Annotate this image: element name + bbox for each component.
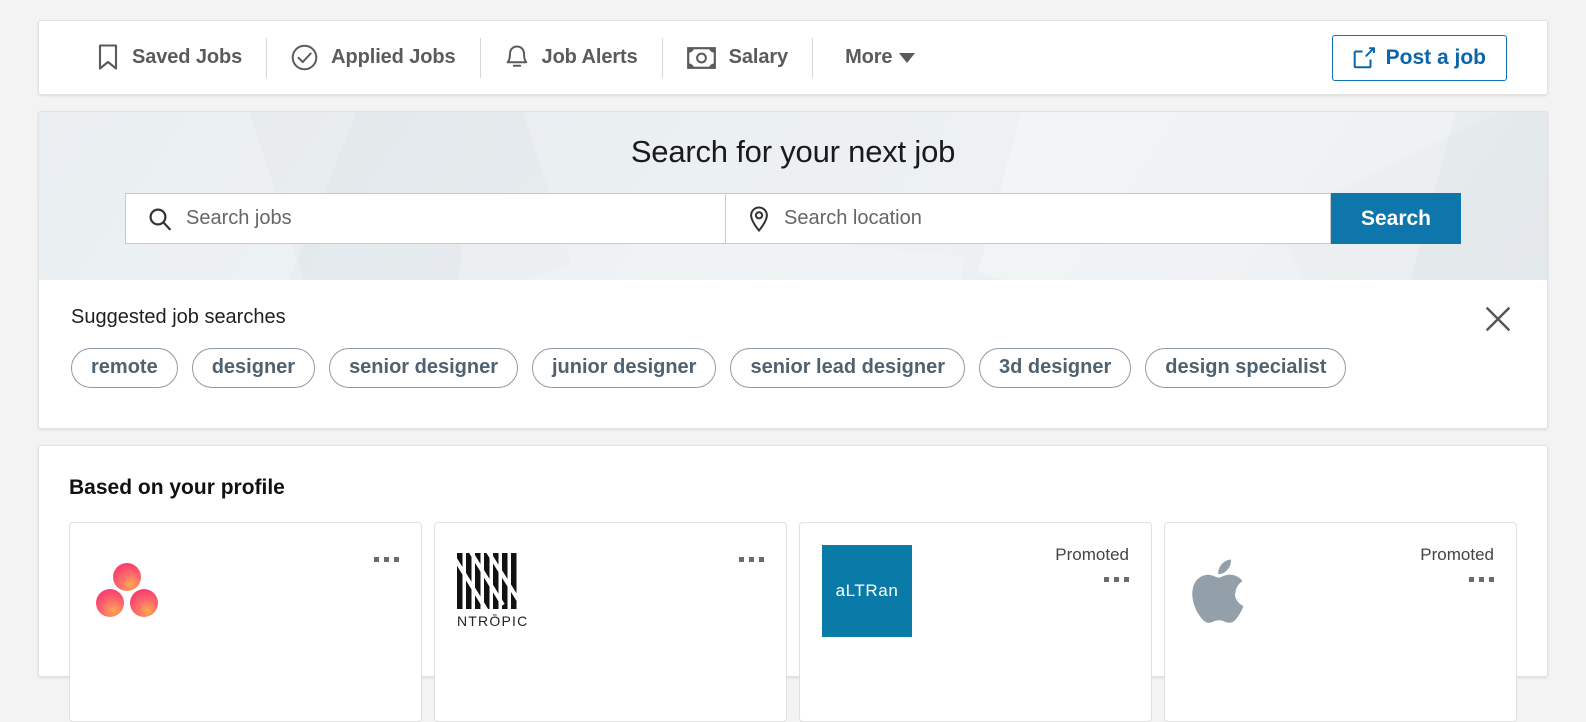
more-horizontal-icon[interactable] — [1469, 574, 1494, 585]
chip-3d-designer[interactable]: 3d designer — [978, 348, 1132, 388]
suggested-searches-title: Suggested job searches — [71, 306, 286, 328]
banknote-icon — [686, 46, 716, 69]
nav-item-label: More — [845, 46, 893, 68]
chip-design-specialist[interactable]: design specialist — [1145, 348, 1347, 388]
asana-logo — [92, 545, 184, 637]
asana-circle-right — [130, 589, 158, 617]
job-card-header — [92, 545, 399, 637]
based-on-profile-card: Based on your profile NTRŌPIC aLTRan Pro… — [38, 445, 1548, 722]
search-button[interactable]: Search — [1330, 193, 1461, 244]
nav-item-label: Job Alerts — [541, 46, 638, 68]
chip-senior-lead-designer[interactable]: senior lead designer — [730, 348, 965, 388]
suggested-searches-section: Suggested job searches remote designer s… — [39, 280, 1547, 428]
ntropic-wordmark: NTRŌPIC — [457, 613, 529, 629]
search-icon — [148, 207, 172, 231]
nav-item-more[interactable]: More — [813, 35, 939, 81]
close-icon[interactable] — [1481, 302, 1515, 336]
suggested-chips: remote designer senior designer junior d… — [71, 348, 1515, 388]
section-title: Based on your profile — [69, 476, 285, 499]
ntropic-logo: NTRŌPIC — [457, 545, 549, 637]
chip-designer[interactable]: designer — [191, 348, 316, 388]
nav-item-label: Salary — [728, 46, 789, 68]
job-card-header: Promoted — [1187, 545, 1494, 637]
nav-item-label: Saved Jobs — [132, 46, 243, 68]
job-card-header: aLTRan Promoted — [822, 545, 1129, 637]
search-hero: Search for your next job Search — [39, 112, 1547, 280]
altran-wordmark: aLTRan — [835, 581, 899, 600]
job-card-meta: Promoted — [1055, 545, 1129, 585]
nav-item-salary[interactable]: Salary — [663, 35, 812, 81]
job-card-altran[interactable]: aLTRan Promoted — [799, 522, 1152, 722]
job-card-meta: Promoted — [1420, 545, 1494, 585]
search-location-input[interactable] — [784, 207, 1330, 230]
more-horizontal-icon[interactable] — [374, 554, 399, 565]
search-card: Search for your next job Search jobs Sea… — [38, 111, 1548, 429]
chip-senior-designer[interactable]: senior designer — [329, 348, 518, 388]
apple-mark — [1192, 559, 1244, 623]
nav-items: Saved Jobs Applied Jobs Job Alerts Salar… — [73, 35, 939, 81]
job-card-grid: NTRŌPIC aLTRan Promoted Promoted — [69, 522, 1517, 722]
altran-logo: aLTRan — [822, 545, 914, 637]
check-circle-icon — [291, 44, 318, 71]
bookmark-icon — [97, 44, 119, 71]
promoted-badge: Promoted — [1420, 545, 1494, 564]
post-a-job-label: Post a job — [1385, 45, 1486, 69]
ntropic-mark — [457, 553, 519, 609]
job-card-ntropic[interactable]: NTRŌPIC — [434, 522, 787, 722]
chevron-down-icon — [899, 52, 916, 63]
hero-title: Search for your next job — [630, 134, 956, 169]
jobs-page: Saved Jobs Applied Jobs Job Alerts Salar… — [0, 0, 1586, 722]
chip-remote[interactable]: remote — [71, 348, 178, 388]
job-card-meta — [374, 545, 399, 565]
location-search-field[interactable] — [725, 193, 1331, 244]
asana-circle-left — [96, 589, 124, 617]
asana-circle-top — [113, 563, 141, 591]
job-card-asana[interactable] — [69, 522, 422, 722]
bell-icon — [505, 44, 529, 71]
top-navigation-bar: Saved Jobs Applied Jobs Job Alerts Salar… — [38, 20, 1548, 95]
more-horizontal-icon[interactable] — [1104, 574, 1129, 585]
job-card-apple[interactable]: Promoted — [1164, 522, 1517, 722]
apple-logo — [1187, 545, 1279, 637]
nav-item-job-alerts[interactable]: Job Alerts — [481, 35, 662, 81]
promoted-badge: Promoted — [1055, 545, 1129, 564]
search-jobs-input[interactable] — [186, 207, 725, 230]
edit-square-icon — [1353, 46, 1375, 69]
chip-junior-designer[interactable]: junior designer — [532, 348, 717, 388]
nav-item-saved-jobs[interactable]: Saved Jobs — [73, 35, 266, 81]
job-card-meta — [739, 545, 764, 565]
nav-item-label: Applied Jobs — [331, 46, 456, 68]
nav-item-applied-jobs[interactable]: Applied Jobs — [267, 35, 479, 81]
post-a-job-button[interactable]: Post a job — [1331, 34, 1507, 81]
more-horizontal-icon[interactable] — [739, 554, 764, 565]
location-pin-icon — [748, 205, 770, 232]
job-search-field[interactable] — [125, 193, 725, 244]
job-card-header: NTRŌPIC — [457, 545, 764, 637]
search-row: Search — [125, 193, 1461, 244]
